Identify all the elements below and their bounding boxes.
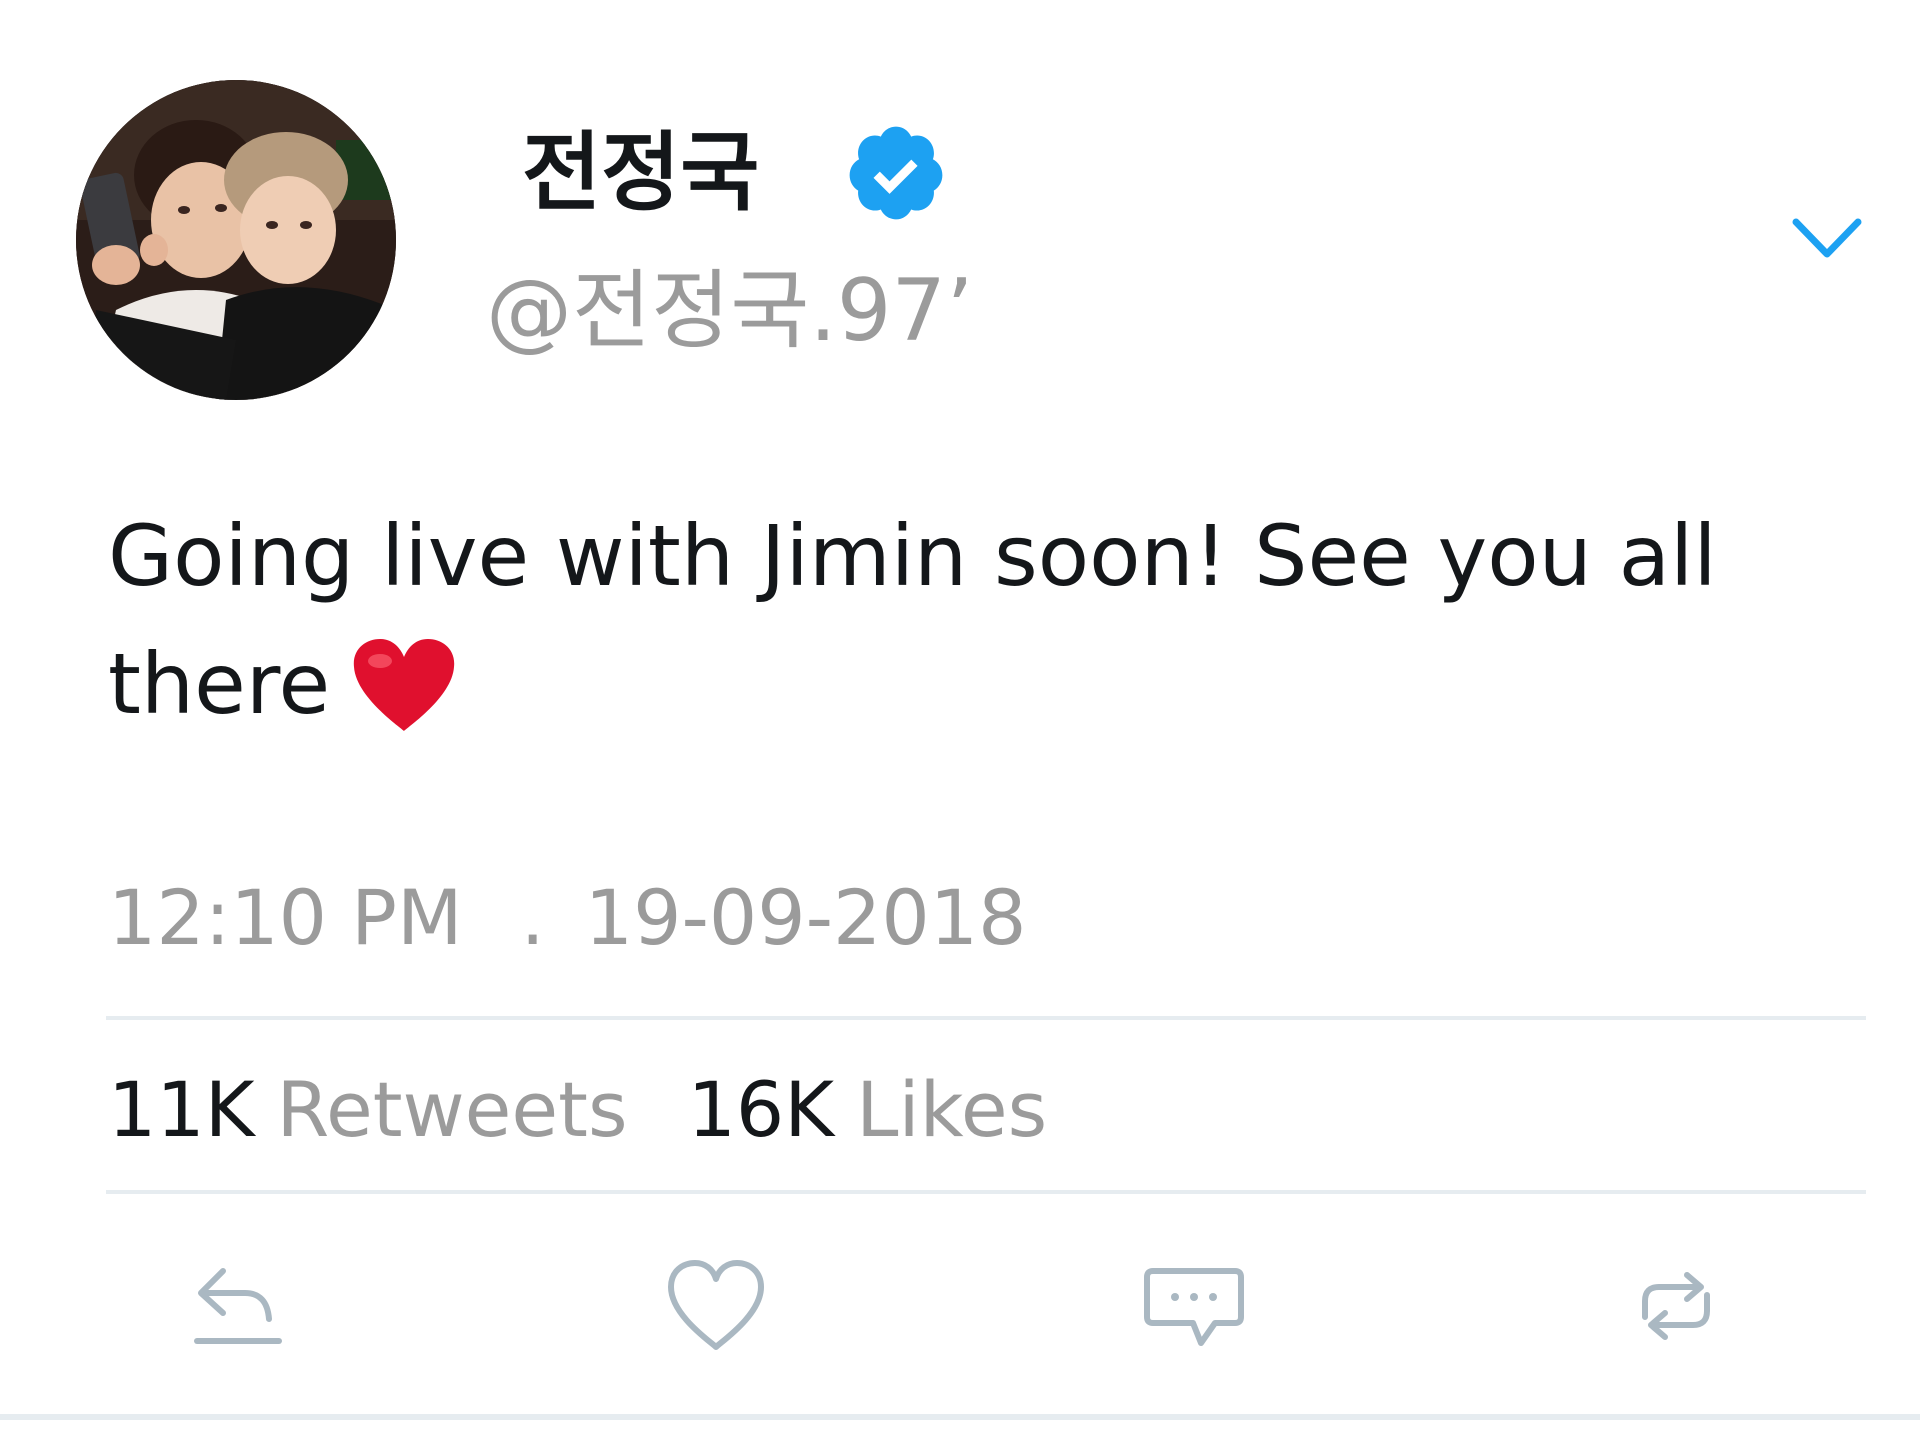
likes-count: 16K [687, 1065, 835, 1154]
tweet-timestamp[interactable]: 12:10 PM. 19-09-2018 [108, 868, 1026, 968]
divider [106, 1190, 1866, 1194]
display-name[interactable]: 전정국 [522, 118, 759, 228]
message-icon [1144, 1268, 1244, 1346]
timestamp-separator: . [520, 873, 545, 962]
profile-photo [76, 80, 396, 400]
heart-icon [668, 1260, 764, 1350]
retweets-count: 11K [108, 1065, 255, 1154]
heart-emoji-icon [354, 639, 455, 731]
tweet-time: 12:10 PM [108, 873, 463, 962]
chevron-down-icon[interactable] [1790, 214, 1864, 264]
tweet-stats: 11K Retweets 16K Likes [108, 1060, 1047, 1160]
verified-badge-icon [849, 126, 943, 220]
avatar[interactable] [76, 80, 396, 400]
user-handle[interactable]: @전정국.97’ [486, 256, 973, 366]
retweets-stat[interactable]: 11K Retweets [108, 1065, 628, 1154]
likes-label: Likes [856, 1065, 1048, 1154]
retweet-icon [1642, 1272, 1710, 1340]
reply-button[interactable] [178, 1246, 298, 1366]
likes-stat[interactable]: 16K Likes [688, 1065, 1048, 1154]
divider [0, 1414, 1920, 1420]
retweets-label: Retweets [276, 1065, 628, 1154]
tweet-text: Going live with Jimin soon! See you all … [108, 492, 1828, 748]
divider [106, 1016, 1866, 1020]
retweet-button[interactable] [1616, 1246, 1736, 1366]
reply-icon [194, 1268, 282, 1344]
message-button[interactable] [1134, 1246, 1254, 1366]
like-button[interactable] [656, 1246, 776, 1366]
tweet-date: 19-09-2018 [584, 873, 1027, 962]
